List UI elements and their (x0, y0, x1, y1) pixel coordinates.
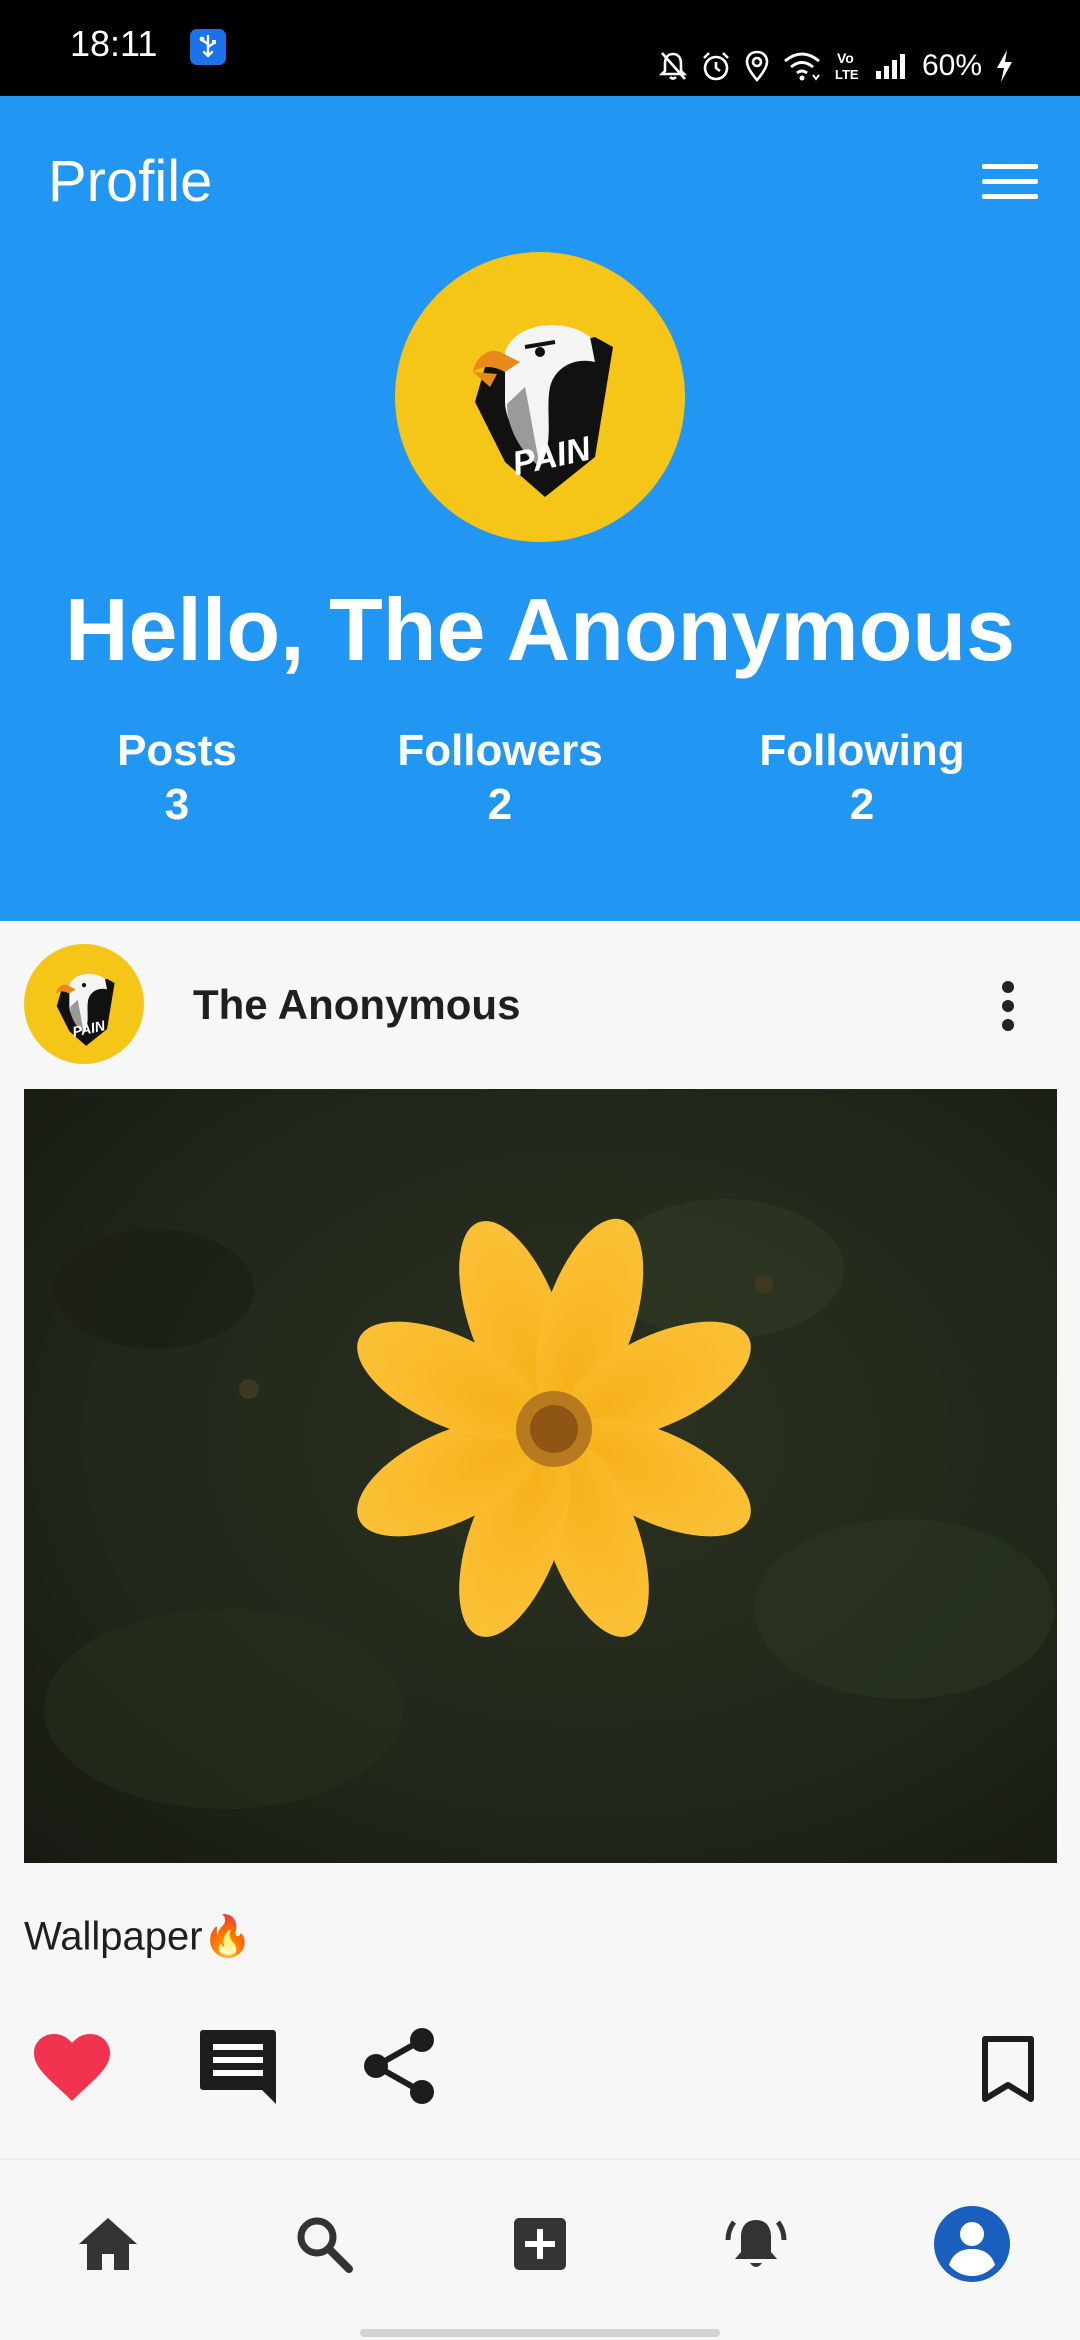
comment-button[interactable] (196, 2024, 280, 2108)
nav-search[interactable] (279, 2199, 369, 2289)
svg-text:LTE: LTE (835, 67, 859, 82)
menu-button[interactable] (980, 152, 1040, 212)
home-indicator[interactable] (360, 2329, 720, 2337)
stat-posts-label: Posts (117, 726, 237, 775)
post-author-name[interactable]: The Anonymous (193, 981, 520, 1029)
search-icon (297, 2217, 353, 2273)
post-author-avatar[interactable]: PAIN (24, 944, 144, 1064)
post-image[interactable] (24, 1089, 1057, 1863)
battery-level: 60% (921, 49, 982, 82)
notifications-icon (725, 2220, 787, 2267)
volte-icon: Vo LTE (834, 49, 862, 83)
share-button[interactable] (360, 2026, 440, 2106)
charging-icon (994, 49, 1014, 83)
yellow-flower-photo (24, 1089, 1057, 1863)
nav-home[interactable] (63, 2199, 153, 2289)
status-bar: 18:11 Vo LTE 60% (0, 0, 1080, 96)
add-post-icon (514, 2218, 566, 2270)
bookmark-icon (982, 2036, 1034, 2102)
signal-icon (874, 51, 908, 81)
stat-posts-value: 3 (164, 780, 190, 829)
location-icon (744, 50, 770, 82)
home-icon (79, 2218, 137, 2270)
wifi-icon (782, 51, 822, 81)
greeting-heading: Hello, The Anonymous (64, 580, 1016, 679)
more-vert-icon (1002, 981, 1014, 1031)
hamburger-menu-icon (982, 164, 1038, 199)
share-icon (364, 2028, 434, 2104)
profile-icon (934, 2206, 1010, 2282)
stat-followers[interactable]: Followers 2 (397, 724, 602, 832)
nav-add-post[interactable] (495, 2199, 585, 2289)
like-button[interactable] (30, 2030, 114, 2106)
bookmark-button[interactable] (978, 2034, 1038, 2104)
stat-followers-label: Followers (397, 726, 603, 775)
post-options-button[interactable] (978, 971, 1038, 1041)
post-caption: Wallpaper🔥 (24, 1914, 253, 1959)
usb-icon (190, 29, 226, 65)
stat-following[interactable]: Following 2 (759, 724, 964, 832)
nav-notifications[interactable] (711, 2199, 801, 2289)
nav-profile[interactable] (927, 2199, 1017, 2289)
mute-icon (658, 50, 688, 82)
stat-posts[interactable]: Posts 3 (117, 724, 237, 832)
stat-following-label: Following (759, 726, 965, 775)
comment-icon (200, 2030, 276, 2104)
stat-followers-value: 2 (487, 780, 513, 829)
profile-avatar[interactable]: PAIN (395, 252, 685, 542)
profile-header: Profile PAIN Hello, The Anonymous Posts … (0, 96, 1080, 921)
stat-following-value: 2 (849, 780, 875, 829)
alarm-icon (700, 50, 732, 82)
eagle-logo-icon: PAIN (473, 325, 613, 497)
post-header: PAIN The Anonymous (0, 921, 1080, 1091)
status-time: 18:11 (70, 23, 158, 64)
svg-text:Vo: Vo (837, 50, 854, 66)
bottom-navigation (0, 2160, 1080, 2340)
heart-icon (34, 2034, 110, 2101)
page-title: Profile (48, 149, 213, 214)
eagle-logo-icon: PAIN (55, 973, 115, 1046)
